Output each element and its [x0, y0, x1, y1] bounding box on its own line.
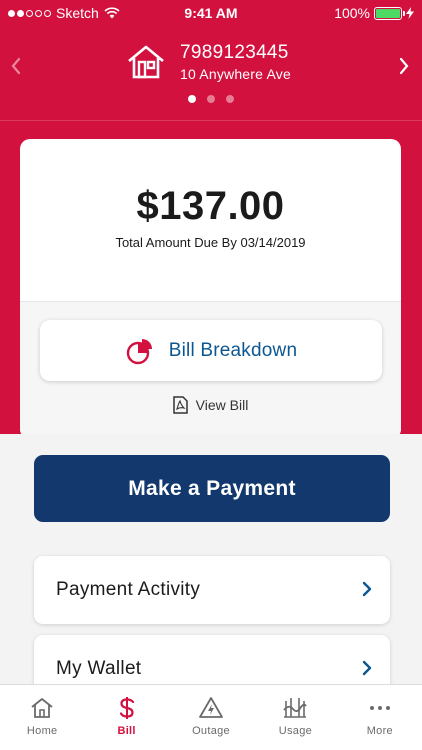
- account-selector[interactable]: 7989123445 10 Anywhere Ave: [126, 42, 291, 82]
- tab-bar: Home Bill Outage Usage More: [0, 684, 422, 750]
- due-date-text: Total Amount Due By 03/14/2019: [115, 235, 306, 250]
- page-dot[interactable]: [226, 95, 234, 103]
- usage-icon: [283, 698, 308, 718]
- bill-breakdown-button[interactable]: Bill Breakdown: [40, 320, 382, 381]
- home-icon: [31, 698, 53, 718]
- make-payment-button[interactable]: Make a Payment: [34, 455, 390, 522]
- bill-breakdown-label: Bill Breakdown: [168, 339, 298, 361]
- header-divider: [0, 120, 422, 121]
- dollar-icon: [119, 697, 134, 719]
- pie-chart-icon: [126, 338, 152, 364]
- page-dot[interactable]: [188, 95, 196, 103]
- view-bill-label: View Bill: [195, 397, 249, 413]
- battery-info: 100%: [334, 5, 414, 21]
- list-item-label: Payment Activity: [56, 579, 201, 600]
- page-dot[interactable]: [207, 95, 215, 103]
- tab-label: Outage: [192, 725, 230, 737]
- chevron-right-icon: [362, 581, 372, 597]
- battery-percent: 100%: [334, 5, 370, 21]
- tab-usage[interactable]: Usage: [253, 685, 337, 750]
- account-number: 7989123445: [180, 42, 289, 63]
- charging-icon: [406, 7, 414, 19]
- pdf-document-icon: [172, 396, 188, 414]
- chevron-right-icon: [362, 660, 372, 676]
- tab-bill[interactable]: Bill: [84, 685, 168, 750]
- bill-actions-area: Bill Breakdown View Bill: [20, 301, 401, 439]
- account-details: 7989123445 10 Anywhere Ave: [180, 42, 291, 82]
- house-icon: [128, 45, 164, 79]
- account-header: 7989123445 10 Anywhere Ave: [0, 26, 422, 120]
- bill-card: $137.00 Total Amount Due By 03/14/2019 B…: [20, 139, 401, 439]
- status-bar: Sketch 9:41 AM 100%: [0, 0, 422, 26]
- chevron-right-icon: [399, 57, 409, 75]
- payment-activity-row[interactable]: Payment Activity: [34, 556, 390, 624]
- tab-label: Home: [26, 725, 58, 737]
- list-item-label: My Wallet: [56, 658, 142, 679]
- tab-outage[interactable]: Outage: [169, 685, 253, 750]
- page-indicator[interactable]: [0, 95, 422, 103]
- battery-icon: [374, 6, 405, 20]
- tab-label: Bill: [117, 725, 136, 737]
- tab-more[interactable]: More: [338, 685, 422, 750]
- next-account-button[interactable]: [392, 54, 416, 78]
- tab-label: Usage: [278, 725, 313, 737]
- outage-icon: [199, 697, 223, 718]
- view-bill-link[interactable]: View Bill: [20, 396, 401, 414]
- account-address: 10 Anywhere Ave: [180, 66, 291, 82]
- chevron-left-icon: [11, 57, 21, 75]
- amount-due: $137.00: [136, 184, 285, 228]
- previous-account-button[interactable]: [4, 54, 28, 78]
- more-icon: [369, 706, 390, 710]
- tab-home[interactable]: Home: [0, 685, 84, 750]
- tab-label: More: [366, 725, 393, 737]
